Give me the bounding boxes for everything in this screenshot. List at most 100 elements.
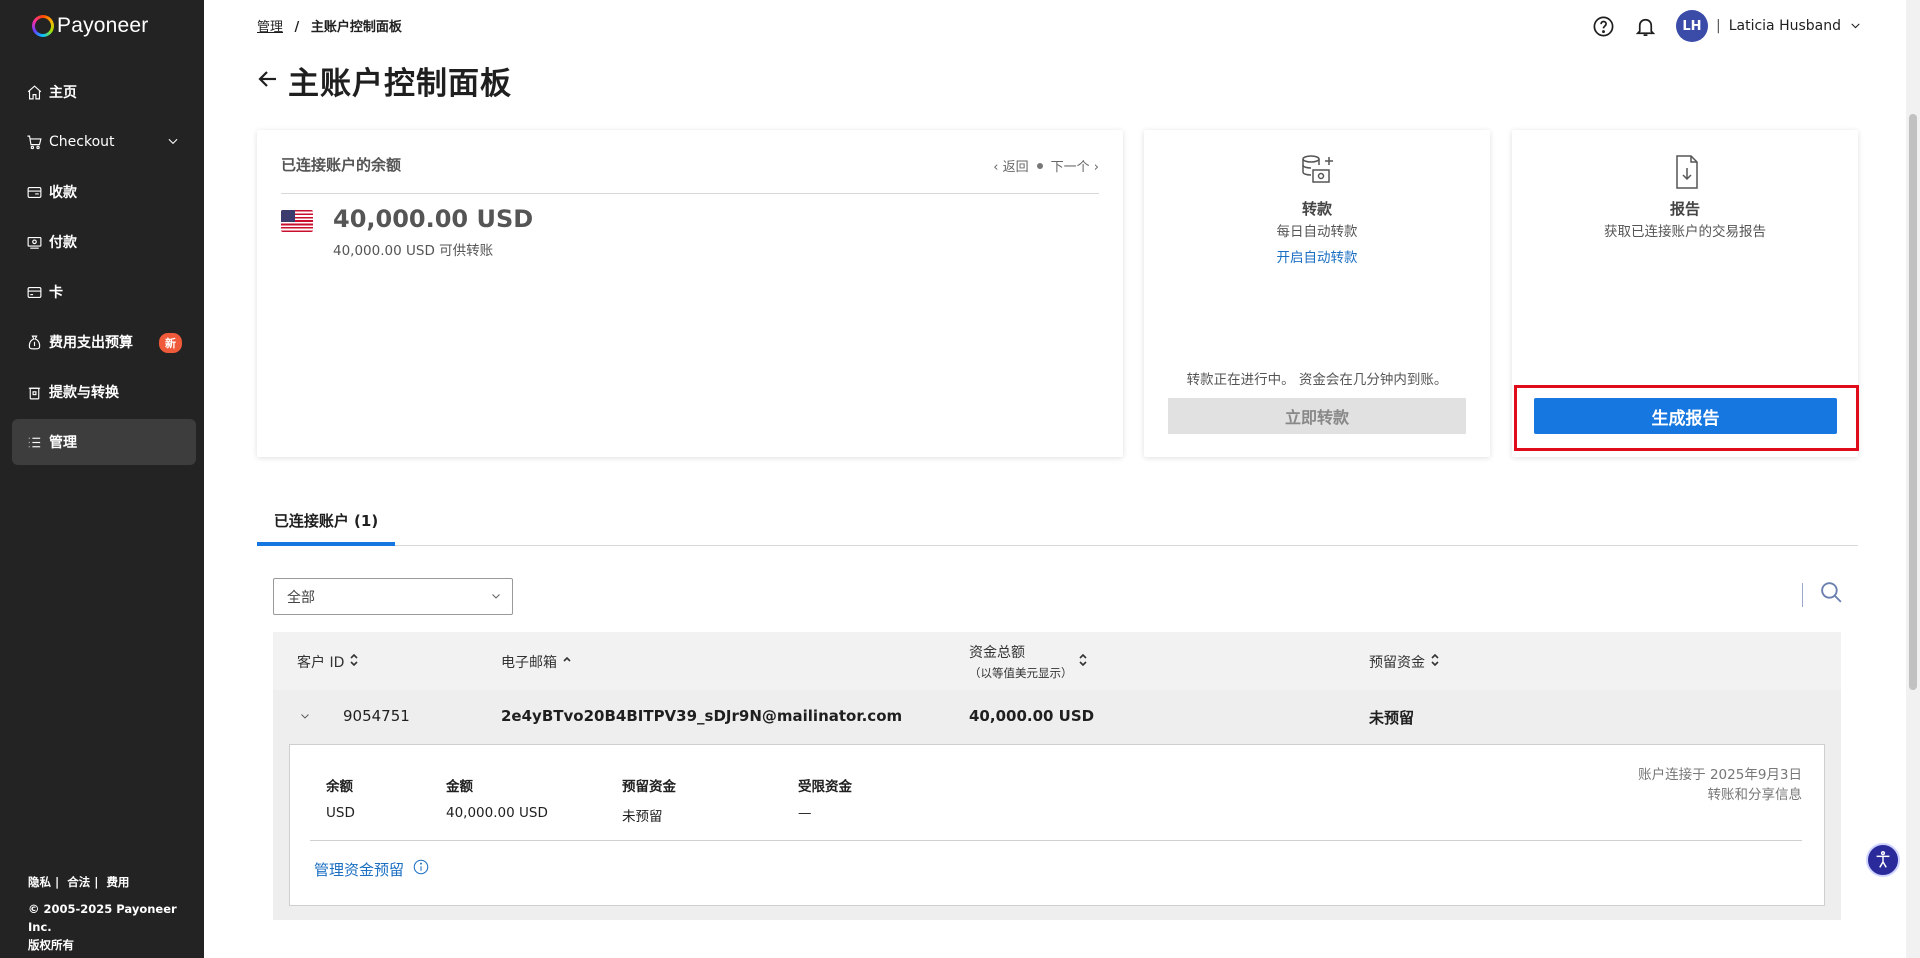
- sidebar-item-checkout[interactable]: Checkout: [12, 119, 196, 165]
- sidebar-item-budget[interactable]: 费用支出预算 新: [12, 319, 196, 365]
- next-button[interactable]: 下一个 ›: [1051, 160, 1099, 175]
- rights-reserved: 版权所有: [28, 938, 74, 952]
- accounts-table: 客户 ID 电子邮箱 资金总额 （以等值美元显示） 预留资金 9054751 2…: [273, 632, 1841, 920]
- top-bar: LH | Laticia Husband: [1592, 10, 1862, 42]
- sidebar-item-label: 提款与转换: [49, 385, 119, 401]
- reserved-funds-cell: 未预留: [1369, 709, 1415, 727]
- user-separator: |: [1715, 18, 1721, 34]
- column-customer-id[interactable]: 客户 ID: [297, 652, 359, 672]
- breadcrumb-parent[interactable]: 管理: [257, 20, 283, 35]
- fees-link[interactable]: 费用: [106, 875, 129, 889]
- sidebar-item-home[interactable]: 主页: [12, 69, 196, 115]
- new-badge: 新: [159, 333, 182, 353]
- receive-icon: [25, 183, 43, 201]
- payoneer-logo-icon: [32, 15, 54, 37]
- sidebar-item-receive[interactable]: 收款: [12, 169, 196, 215]
- bell-icon[interactable]: [1634, 14, 1658, 38]
- sidebar-item-card[interactable]: 卡: [12, 269, 196, 315]
- row-detail-container: 余额 USD 金额 40,000.00 USD 预留资金 未预留 受限资金 — …: [273, 744, 1841, 920]
- balance-card-title: 已连接账户的余额: [281, 156, 402, 174]
- row-detail: 余额 USD 金额 40,000.00 USD 预留资金 未预留 受限资金 — …: [289, 744, 1825, 906]
- chevron-down-icon[interactable]: [299, 708, 311, 726]
- column-reserved-funds[interactable]: 预留资金: [1369, 652, 1440, 672]
- breadcrumb-separator: /: [294, 20, 300, 35]
- transfer-title: 转款: [1301, 200, 1332, 218]
- sidebar-item-label: 管理: [49, 435, 77, 451]
- table-header: 客户 ID 电子邮箱 资金总额 （以等值美元显示） 预留资金: [273, 632, 1841, 690]
- sidebar-item-label: 卡: [49, 285, 63, 301]
- privacy-link[interactable]: 隐私: [28, 875, 51, 889]
- back-arrow-icon[interactable]: [256, 67, 280, 95]
- connected-date: 账户连接于 2025年9月3日: [1638, 767, 1802, 783]
- brand-name: Payoneer: [57, 14, 149, 37]
- avatar[interactable]: LH: [1675, 10, 1708, 42]
- transfer-info-label: 转账和分享信息: [1707, 787, 1803, 803]
- payoneer-logo[interactable]: Payoneer: [32, 14, 149, 38]
- enable-auto-transfer-link[interactable]: 开启自动转款: [1144, 246, 1490, 266]
- divider: [310, 840, 1802, 841]
- transfer-status-note: 转款正在进行中。 资金会在几分钟内到账。: [1186, 372, 1448, 388]
- column-email[interactable]: 电子邮箱: [501, 652, 572, 672]
- pay-icon: [25, 233, 43, 251]
- sidebar-item-label: 收款: [49, 185, 77, 201]
- balance-card-header: 已连接账户的余额 ‹ 返回 下一个 ›: [281, 154, 1099, 194]
- chevron-down-icon: [490, 590, 502, 606]
- user-name[interactable]: Laticia Husband: [1729, 18, 1841, 34]
- manage-reserve-link[interactable]: 管理资金预留: [314, 858, 430, 880]
- sidebar-footer: 隐私 | 合法 | 费用 © 2005-2025 Payoneer Inc. 版权所…: [28, 873, 204, 954]
- transfer-icon: [1297, 152, 1337, 196]
- available-amount: 40,000.00 USD 可供转账: [333, 243, 494, 259]
- table-row[interactable]: 9054751 2e4yBTvo20B4BITPV39_sDJr9N@maili…: [273, 690, 1841, 744]
- transfer-card: 转款 每日自动转款 开启自动转款 转款正在进行中。 资金会在几分钟内到账。 立即…: [1144, 130, 1490, 457]
- footer-links: 隐私 | 合法 | 费用: [28, 873, 204, 891]
- sort-icon[interactable]: [1430, 653, 1440, 671]
- info-icon[interactable]: [412, 858, 430, 880]
- sidebar: Payoneer 主页 Checkout 收款 付款 卡 费用支出预算 新 提款…: [0, 0, 204, 958]
- email-cell: 2e4yBTvo20B4BITPV39_sDJr9N@mailinator.co…: [501, 707, 903, 725]
- generate-report-button[interactable]: 生成报告: [1534, 398, 1837, 434]
- withdraw-icon: [25, 383, 43, 401]
- detail-restricted: 受限资金 —: [798, 779, 852, 821]
- scrollbar-thumb[interactable]: [1909, 114, 1917, 690]
- customer-id-cell: 9054751: [343, 707, 410, 725]
- page-title: 主账户控制面板: [256, 58, 512, 103]
- cart-icon: [25, 133, 43, 151]
- sidebar-item-label: 主页: [49, 85, 77, 101]
- footer-separator: |: [55, 875, 60, 889]
- detail-reserved: 预留资金 未预留: [622, 779, 676, 825]
- us-flag-icon: [281, 210, 313, 232]
- sidebar-item-label: 费用支出预算: [49, 335, 133, 351]
- home-icon: [25, 83, 43, 101]
- balance-pager: ‹ 返回 下一个 ›: [993, 156, 1099, 175]
- accessibility-icon[interactable]: [1866, 843, 1900, 877]
- chevron-down-icon[interactable]: [1849, 17, 1862, 36]
- tab-connected-accounts[interactable]: 已连接账户 (1): [257, 498, 395, 546]
- divider: [1802, 582, 1803, 607]
- prev-button[interactable]: ‹ 返回: [993, 160, 1028, 175]
- legal-link[interactable]: 合法: [67, 875, 90, 889]
- card-icon: [25, 283, 43, 301]
- filter-selected-value: 全部: [287, 589, 315, 606]
- transfer-subtitle: 每日自动转款: [1276, 224, 1358, 240]
- account-filter-select[interactable]: 全部: [273, 578, 513, 615]
- sidebar-item-label: Checkout: [49, 134, 115, 150]
- page-heading: 主账户控制面板: [288, 66, 512, 102]
- sort-icon[interactable]: [1078, 653, 1088, 671]
- search-icon[interactable]: [1819, 580, 1844, 609]
- main-content: 管理 / 主账户控制面板 LH | Laticia Husband 主账户控制面…: [204, 0, 1920, 958]
- column-total-funds[interactable]: 资金总额 （以等值美元显示）: [969, 642, 1088, 681]
- sidebar-item-label: 付款: [49, 235, 77, 251]
- breadcrumb: 管理 / 主账户控制面板: [257, 16, 402, 35]
- chevron-down-icon[interactable]: [166, 134, 180, 152]
- sort-ascending-icon[interactable]: [562, 653, 572, 671]
- footer-separator: |: [94, 875, 99, 889]
- sidebar-item-pay[interactable]: 付款: [12, 219, 196, 265]
- sidebar-item-manage[interactable]: 管理: [12, 419, 196, 465]
- help-icon[interactable]: [1592, 14, 1616, 38]
- list-icon: [25, 433, 43, 451]
- sort-icon[interactable]: [349, 653, 359, 671]
- transfer-now-button[interactable]: 立即转款: [1168, 398, 1466, 434]
- sidebar-item-withdraw[interactable]: 提款与转换: [12, 369, 196, 415]
- budget-icon: [25, 333, 43, 351]
- page-scrollbar[interactable]: [1906, 0, 1920, 958]
